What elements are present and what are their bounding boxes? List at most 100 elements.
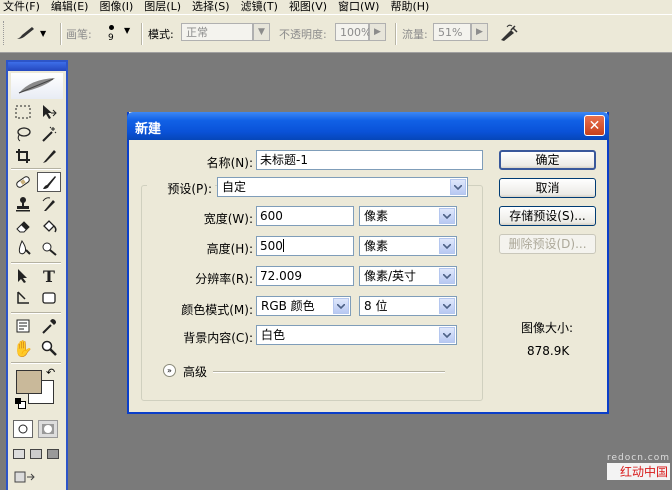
- background-contents-dropdown-button[interactable]: [439, 327, 455, 343]
- default-colors-icon[interactable]: [15, 398, 26, 409]
- magnifier-icon: [41, 340, 57, 356]
- height-unit-value: 像素: [364, 239, 389, 253]
- text-cursor: [282, 239, 284, 252]
- brush-tool[interactable]: [37, 172, 61, 192]
- resolution-input[interactable]: 72.009: [256, 266, 354, 286]
- marquee-tool[interactable]: [11, 102, 35, 122]
- screen-mode-full[interactable]: [45, 447, 61, 461]
- shape-tool[interactable]: [37, 288, 61, 308]
- blur-tool[interactable]: [11, 238, 35, 258]
- height-unit-select[interactable]: 像素: [359, 236, 457, 256]
- chevron-down-icon: [443, 243, 451, 249]
- width-unit-value: 像素: [364, 209, 389, 223]
- menu-window[interactable]: 窗口(W): [335, 0, 387, 14]
- width-input[interactable]: 600: [256, 206, 354, 226]
- eyedropper-tool[interactable]: [37, 316, 61, 336]
- menu-help[interactable]: 帮助(H): [387, 0, 437, 14]
- screen-mode-standard[interactable]: [11, 447, 27, 461]
- crop-tool[interactable]: [11, 146, 35, 166]
- height-label: 高度(H):: [206, 242, 253, 256]
- flow-slider-button[interactable]: ▶: [471, 23, 488, 41]
- menu-file[interactable]: 文件(F): [0, 0, 48, 14]
- menu-image[interactable]: 图像(I): [96, 0, 141, 14]
- standard-mode-button[interactable]: [13, 420, 33, 438]
- background-contents-label: 背景内容(C):: [183, 331, 253, 345]
- resolution-unit-select[interactable]: 像素/英寸: [359, 266, 457, 286]
- menu-edit[interactable]: 编辑(E): [48, 0, 97, 14]
- height-input[interactable]: 500: [256, 236, 354, 256]
- close-button[interactable]: ✕: [584, 115, 605, 136]
- color-mode-select[interactable]: RGB 颜色: [256, 296, 351, 316]
- lasso-tool[interactable]: [11, 124, 35, 144]
- path-selection-tool[interactable]: [11, 266, 35, 286]
- type-tool[interactable]: T: [37, 266, 61, 286]
- eraser-tool[interactable]: [11, 216, 35, 236]
- zoom-tool[interactable]: [37, 338, 61, 358]
- width-unit-dropdown-button[interactable]: [439, 208, 455, 224]
- color-mode-dropdown-button[interactable]: [333, 298, 349, 314]
- chevron-down-icon: [443, 332, 451, 338]
- resolution-value: 72.009: [260, 269, 302, 283]
- dialog-title-bar[interactable]: 新建 ✕: [127, 112, 609, 140]
- mode-select[interactable]: 正常: [181, 23, 253, 41]
- delete-preset-button-label: 删除预设(D)...: [508, 237, 587, 251]
- feather-logo[interactable]: [11, 73, 63, 99]
- color-mode-value: RGB 颜色: [261, 299, 315, 313]
- magic-wand-icon: [42, 126, 57, 142]
- move-tool[interactable]: [37, 102, 61, 122]
- menu-select[interactable]: 选择(S): [189, 0, 238, 14]
- airbrush-toggle[interactable]: [497, 22, 521, 44]
- history-brush-tool[interactable]: [37, 194, 61, 214]
- name-value: 未标题-1: [260, 153, 308, 167]
- close-icon: ✕: [588, 117, 601, 134]
- menu-layer[interactable]: 图层(L): [141, 0, 189, 14]
- cancel-button[interactable]: 取消: [499, 178, 596, 198]
- pen-tool[interactable]: [11, 288, 35, 308]
- bit-depth-select[interactable]: 8 位: [359, 296, 457, 316]
- notes-tool[interactable]: [11, 316, 35, 336]
- preset-dropdown-button[interactable]: [450, 179, 466, 195]
- paint-bucket-tool[interactable]: [37, 216, 61, 236]
- flow-input[interactable]: 51%: [433, 23, 471, 41]
- chevron-down-icon: ▼: [40, 28, 47, 38]
- menu-filter[interactable]: 滤镜(T): [238, 0, 286, 14]
- default-colors-front: [15, 398, 21, 404]
- hand-tool[interactable]: ✋: [11, 338, 35, 358]
- save-preset-button[interactable]: 存储预设(S)...: [499, 206, 596, 226]
- mode-dropdown-arrow[interactable]: ▼: [253, 23, 270, 41]
- healing-brush-tool[interactable]: [11, 172, 35, 192]
- tools-palette: T ✋ ↶: [6, 60, 68, 490]
- name-input[interactable]: 未标题-1: [256, 150, 483, 170]
- screen-mode-menu[interactable]: [28, 447, 44, 461]
- bit-depth-dropdown-button[interactable]: [439, 298, 455, 314]
- tool-preset-picker[interactable]: ▼: [14, 24, 54, 42]
- chevron-down-icon: [443, 213, 451, 219]
- rounded-rect-icon: [42, 292, 56, 304]
- clone-stamp-tool[interactable]: [11, 194, 35, 214]
- resolution-unit-dropdown-button[interactable]: [439, 268, 455, 284]
- opacity-input[interactable]: 100%: [335, 23, 371, 41]
- slice-tool[interactable]: [37, 146, 61, 166]
- brush-picker[interactable]: 9 ▼: [100, 23, 136, 47]
- width-unit-select[interactable]: 像素: [359, 206, 457, 226]
- ok-button-label: 确定: [535, 153, 560, 167]
- swap-colors-icon[interactable]: ↶: [46, 366, 55, 379]
- eraser-icon: [16, 221, 30, 233]
- tools-palette-title-bar[interactable]: [8, 62, 66, 71]
- flow-label: 流量:: [402, 28, 428, 41]
- preset-select[interactable]: 自定: [217, 177, 468, 197]
- preset-value: 自定: [222, 180, 247, 194]
- ok-button[interactable]: 确定: [499, 150, 596, 170]
- foreground-color-swatch[interactable]: [16, 370, 42, 394]
- imageready-icon: [14, 471, 35, 483]
- opacity-label: 不透明度:: [279, 28, 327, 41]
- dodge-tool[interactable]: [37, 238, 61, 258]
- menu-view[interactable]: 视图(V): [286, 0, 335, 14]
- height-unit-dropdown-button[interactable]: [439, 238, 455, 254]
- opacity-slider-button[interactable]: ▶: [369, 23, 386, 41]
- chevron-down-icon: [443, 303, 451, 309]
- background-contents-select[interactable]: 白色: [256, 325, 457, 345]
- quick-mask-button[interactable]: [38, 420, 58, 438]
- magic-wand-tool[interactable]: [37, 124, 61, 144]
- move-arrow-icon: [43, 105, 57, 119]
